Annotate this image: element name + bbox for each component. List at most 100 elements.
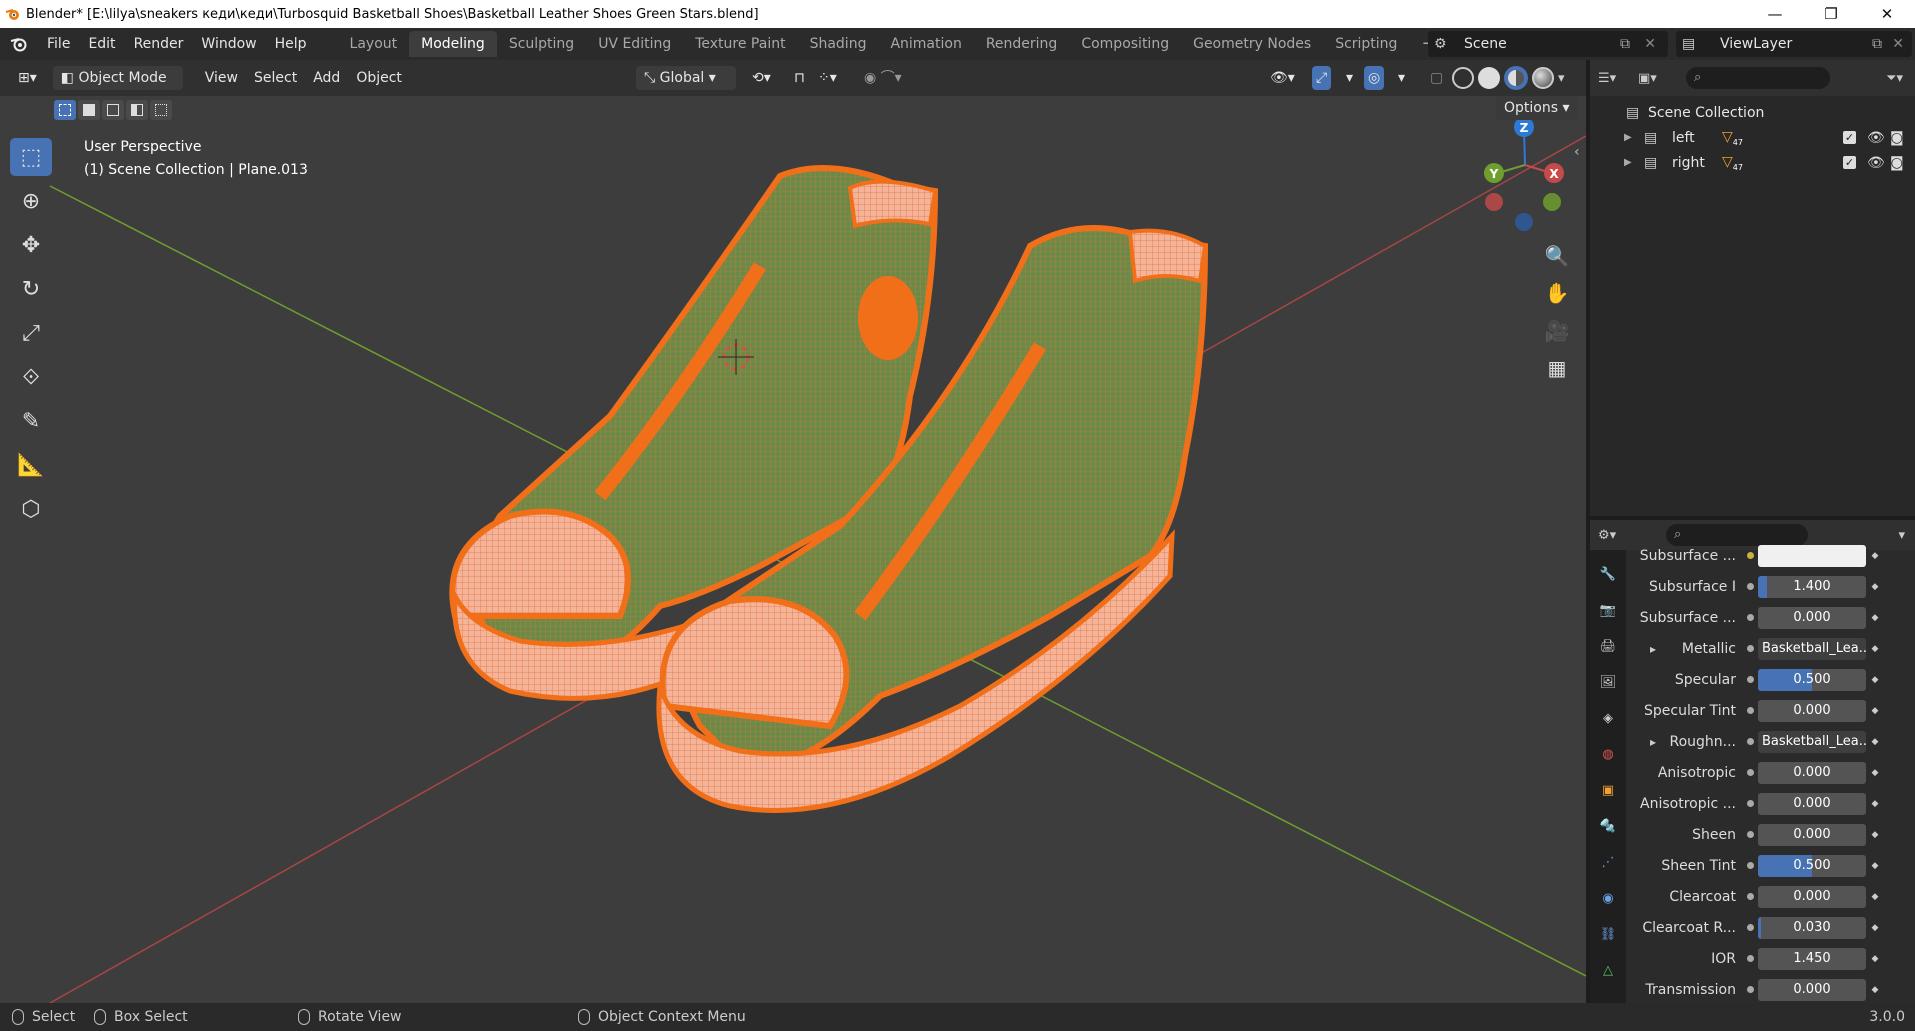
outliner-item-right[interactable]: ▶ ▤ right ▽47 ✓ 👁 ◙ [1590,150,1915,175]
display-mode-icon[interactable]: ▣▾ [1638,71,1682,86]
snap-toggle-icon[interactable]: ⊓ [786,66,813,90]
3d-viewport[interactable]: Z X Y Options ▾ User Perspective (1) Sce… [0,96,1586,1003]
select-box-tool-icon[interactable]: ⬚ [10,138,52,176]
select-subtract-icon[interactable] [102,100,124,120]
visibility-eye-icon[interactable]: 👁 [1867,130,1885,146]
modifier-tab-icon[interactable]: 🔩 [1590,808,1626,844]
tab-uv-editing[interactable]: UV Editing [586,31,683,57]
keyframe-icon[interactable]: ◆ [1866,923,1884,933]
tab-layout[interactable]: Layout [338,31,410,57]
node-socket-icon[interactable] [1742,583,1758,590]
tab-animation[interactable]: Animation [878,31,973,57]
material-shading-icon[interactable] [1504,66,1528,90]
navigation-gizmo[interactable]: Z X Y [1484,117,1564,231]
collapse-sidebar-icon[interactable]: ‹ [1574,144,1580,160]
duplicate-scene-icon[interactable]: ⧉ [1620,36,1630,52]
linked-texture-field[interactable]: Basketball_Lea... [1758,730,1866,753]
rotate-tool-icon[interactable]: ↻ [10,270,52,308]
pan-hand-icon[interactable]: ✋ [1541,277,1573,309]
node-socket-icon[interactable] [1742,552,1758,559]
minimize-button[interactable]: — [1747,0,1803,28]
tab-shading[interactable]: Shading [798,31,879,57]
keyframe-icon[interactable]: ◆ [1866,706,1884,716]
value-slider[interactable]: 0.000 [1758,606,1866,629]
keyframe-icon[interactable]: ◆ [1866,644,1884,654]
node-socket-icon[interactable] [1742,955,1758,962]
filter-icon[interactable]: ⏷▾ [1886,71,1903,86]
data-tab-icon[interactable]: △ [1590,952,1626,988]
menu-edit[interactable]: Edit [79,31,124,57]
select-new-icon[interactable] [54,100,76,120]
exclude-checkbox[interactable]: ✓ [1843,131,1856,144]
node-socket-icon[interactable] [1742,831,1758,838]
visibility-eye-icon[interactable]: 👁 [1867,155,1885,171]
tab-geometry-nodes[interactable]: Geometry Nodes [1181,31,1323,57]
proportional-edit-icon[interactable]: ◉ ⌒▾ [856,66,910,90]
gizmo-neg-z[interactable] [1515,213,1533,231]
keyframe-icon[interactable]: ◆ [1866,954,1884,964]
overlay-dropdown[interactable]: ▾ [1390,66,1413,90]
render-camera-icon[interactable]: ◙ [1890,130,1904,146]
node-socket-icon[interactable] [1742,645,1758,652]
move-tool-icon[interactable]: ✥ [10,226,52,264]
keyframe-icon[interactable]: ◆ [1866,737,1884,747]
keyframe-icon[interactable]: ◆ [1866,985,1884,995]
node-socket-icon[interactable] [1742,800,1758,807]
render-camera-icon[interactable]: ◙ [1890,155,1904,171]
cursor-tool-icon[interactable]: ⊕ [10,182,52,220]
keyframe-icon[interactable]: ◆ [1866,613,1884,623]
physics-tab-icon[interactable]: ◉ [1590,880,1626,916]
close-button[interactable]: ✕ [1859,0,1915,28]
shading-dropdown[interactable]: ▾ [1558,71,1565,86]
scene-tab-icon[interactable]: ◈ [1590,700,1626,736]
camera-view-icon[interactable]: 🎥 [1541,315,1573,347]
outliner-item-left[interactable]: ▶ ▤ left ▽47 ✓ 👁 ◙ [1590,125,1915,150]
color-field[interactable] [1758,544,1866,567]
annotate-tool-icon[interactable]: ✎ [10,402,52,440]
transform-tool-icon[interactable]: ⟐ [10,358,52,396]
node-socket-icon[interactable] [1742,707,1758,714]
menu-file[interactable]: File [38,31,79,57]
value-slider[interactable]: 1.400 [1758,575,1866,598]
gizmo-neg-x[interactable] [1485,193,1503,211]
overlay-toggle-icon[interactable]: ◎ [1364,66,1385,90]
tab-texture-paint[interactable]: Texture Paint [683,31,797,57]
menu-select[interactable]: Select [246,66,305,90]
outliner-editor-icon[interactable]: ☰▾ [1598,71,1630,86]
keyframe-icon[interactable]: ◆ [1866,799,1884,809]
scene-collection-row[interactable]: ▤ Scene Collection [1590,100,1915,125]
measure-tool-icon[interactable]: 📐 [10,446,52,484]
keyframe-icon[interactable]: ◆ [1866,892,1884,902]
duplicate-viewlayer-icon[interactable]: ⧉ [1872,36,1882,52]
tab-modeling[interactable]: Modeling [409,31,497,57]
render-tab-icon[interactable]: 📷 [1590,592,1626,628]
value-slider[interactable]: 0.030 [1758,916,1866,939]
tool-tab-icon[interactable]: 🔧 [1590,556,1626,592]
xray-toggle-icon[interactable]: ▢ [1422,66,1451,90]
node-socket-icon[interactable] [1742,769,1758,776]
editor-type-button[interactable]: ⊞▾ [10,66,45,90]
node-socket-icon[interactable] [1742,862,1758,869]
tab-compositing[interactable]: Compositing [1069,31,1181,57]
gizmo-toggle-icon[interactable]: ⤢ [1312,66,1332,90]
viewlayer-selector[interactable]: ▤ ViewLayer ⧉ ✕ [1676,31,1912,57]
expand-arrow-icon[interactable]: ▶ [1624,132,1632,143]
gizmo-dropdown[interactable]: ▾ [1338,66,1361,90]
ortho-grid-icon[interactable]: ▦ [1541,352,1573,384]
wireframe-shading-icon[interactable] [1452,67,1474,89]
value-slider[interactable]: 0.500 [1758,668,1866,691]
keyframe-icon[interactable]: ◆ [1866,675,1884,685]
select-intersect-icon[interactable] [150,100,172,120]
tab-rendering[interactable]: Rendering [974,31,1070,57]
node-socket-icon[interactable] [1742,676,1758,683]
rendered-shading-icon[interactable] [1532,67,1554,89]
value-slider[interactable]: 1.450 [1758,947,1866,970]
node-socket-icon[interactable] [1742,893,1758,900]
mode-dropdown[interactable]: ◧ Object Mode ▾ [52,66,183,110]
keyframe-icon[interactable]: ◆ [1866,582,1884,592]
add-cube-tool-icon[interactable]: ⬡ [10,490,52,528]
remove-viewlayer-icon[interactable]: ✕ [1892,36,1904,52]
exclude-checkbox[interactable]: ✓ [1843,156,1856,169]
pivot-point-button[interactable]: ⟲▾ [744,66,779,90]
options-dropdown[interactable]: Options ▾ [1496,96,1578,120]
